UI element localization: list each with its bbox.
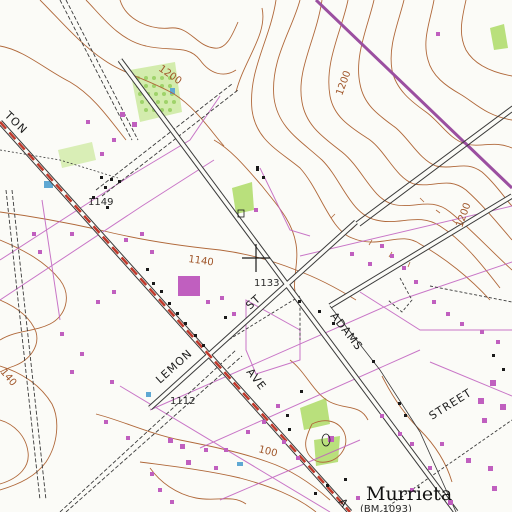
contour-label-1140: 1140: [188, 254, 215, 268]
spot-height-1133: 1133: [254, 278, 279, 289]
spot-height-1112: 1112: [170, 396, 195, 407]
secondary-roads: [5, 0, 512, 512]
vegetation-areas: [58, 24, 508, 466]
contour-label-100: 100: [257, 444, 278, 459]
crosshair-marker: [242, 244, 270, 272]
buildings: [32, 32, 506, 505]
road-label-ave: AVE: [244, 366, 269, 393]
road-label-lemon: LEMON: [153, 347, 195, 386]
benchmark-label: (BM 1093): [360, 504, 412, 512]
contour-label-1200-b: 1200: [334, 69, 353, 97]
road-label-ton: TON: [1, 108, 30, 137]
town-name: Murrieta: [366, 483, 452, 505]
contour-label-140: 140: [0, 367, 18, 389]
road-label-street: STREET: [427, 386, 475, 422]
water-features: [44, 88, 243, 466]
spot-height-1149: 1149: [88, 197, 113, 208]
map-canvas: 1200 1200 1200 1140 140 100 1149 1133 11…: [0, 0, 512, 512]
contour-label-1200-c: 1200: [454, 201, 473, 229]
topographic-map[interactable]: 1200 1200 1200 1140 140 100 1149 1133 11…: [0, 0, 512, 512]
